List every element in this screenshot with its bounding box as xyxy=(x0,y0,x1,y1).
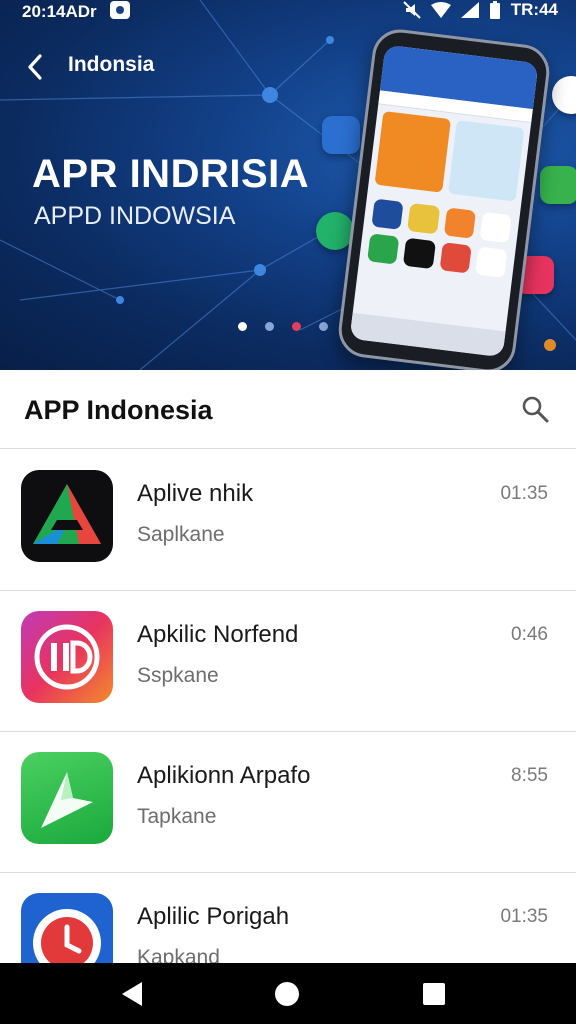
mute-icon xyxy=(403,1,421,19)
app-name: Aplikionn Arpafo xyxy=(137,762,311,789)
phone-screen xyxy=(349,44,539,358)
signal-icon xyxy=(460,2,479,18)
floating-app-icon xyxy=(540,166,576,204)
app-time: 01:35 xyxy=(500,483,548,504)
app-subtitle: Saplkane xyxy=(137,523,225,546)
page-dot[interactable] xyxy=(319,322,328,331)
battery-icon xyxy=(489,1,500,19)
app-time: 8:55 xyxy=(511,765,548,786)
nav-back-button[interactable] xyxy=(118,980,146,1008)
status-left-text: 20:14ADr xyxy=(22,2,97,21)
search-button[interactable] xyxy=(520,394,550,424)
system-nav-bar xyxy=(0,963,576,1024)
nav-home-button[interactable] xyxy=(273,980,301,1008)
hero-subtitle: APPD INDOWSIA xyxy=(34,202,236,230)
status-icons: TR:44 xyxy=(403,0,558,20)
notification-icon xyxy=(110,1,130,19)
app-time: 01:35 xyxy=(500,906,548,927)
page-dot[interactable] xyxy=(292,322,301,331)
hd-logo-icon xyxy=(21,611,113,703)
hero-title: APR INDRISIA xyxy=(32,152,310,196)
app-name: Aplilic Porigah xyxy=(137,903,290,930)
app-time: 0:46 xyxy=(511,624,548,645)
nav-home-icon xyxy=(275,982,299,1006)
app-name: Apkilic Norfend xyxy=(137,621,299,648)
nav-back-icon xyxy=(122,982,142,1006)
back-arrow-icon xyxy=(28,54,42,80)
hero-banner: 20:14ADr TR:44 Indonsia APR INDRISIA APP… xyxy=(0,0,576,370)
arrow-logo-icon xyxy=(21,752,113,844)
search-icon xyxy=(522,396,549,423)
back-button[interactable] xyxy=(20,48,54,82)
section-title: APP Indonesia xyxy=(24,395,213,425)
page-dot[interactable] xyxy=(265,322,274,331)
app-subtitle: Sspkane xyxy=(137,664,219,687)
app-list: Aplive nhik Saplkane 01:35 Apkilic Norfe… xyxy=(0,450,576,1014)
nav-recents-button[interactable] xyxy=(420,980,448,1008)
app-bar-title: Indonsia xyxy=(68,53,155,76)
floating-app-icon xyxy=(322,116,360,154)
app-name: Aplive nhik xyxy=(137,480,254,507)
page-indicator[interactable] xyxy=(238,322,328,331)
nav-recents-icon xyxy=(423,983,445,1005)
page-dot[interactable] xyxy=(238,322,247,331)
wifi-icon xyxy=(430,2,451,18)
status-bar: 20:14ADr TR:44 xyxy=(0,0,576,26)
list-item[interactable]: Aplive nhik Saplkane 01:35 xyxy=(0,450,576,591)
list-item[interactable]: Aplikionn Arpafo Tapkane 8:55 xyxy=(0,732,576,873)
section-header: APP Indonesia xyxy=(0,370,576,449)
app-subtitle: Tapkane xyxy=(137,805,217,828)
triangle-logo-icon xyxy=(21,470,113,562)
status-time: TR:44 xyxy=(510,0,558,19)
list-item[interactable]: Apkilic Norfend Sspkane 0:46 xyxy=(0,591,576,732)
